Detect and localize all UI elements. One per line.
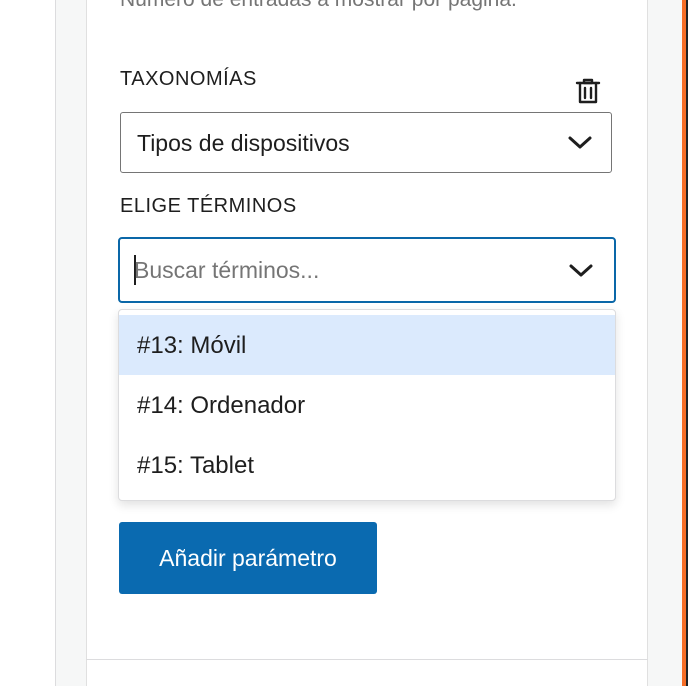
terms-dropdown-list: #13: Móvil #14: Ordenador #15: Tablet: [118, 309, 616, 501]
terms-search-input[interactable]: [134, 253, 554, 287]
add-parameter-button[interactable]: Añadir parámetro: [119, 522, 377, 594]
taxonomies-label: TAXONOMÍAS: [120, 68, 257, 90]
outer-left-area: [0, 0, 56, 686]
term-option-label: #15: Tablet: [137, 452, 254, 479]
chevron-down-icon: [568, 136, 592, 149]
term-option-movil[interactable]: #13: Móvil: [119, 315, 615, 375]
taxonomy-select[interactable]: Tipos de dispositivos: [120, 112, 612, 173]
choose-terms-label: ELIGE TÉRMINOS: [120, 195, 297, 217]
per-page-help-text: Número de entradas a mostrar por página.: [120, 0, 517, 12]
term-option-ordenador[interactable]: #14: Ordenador: [119, 375, 615, 435]
term-option-label: #13: Móvil: [137, 332, 247, 359]
terms-search-field[interactable]: [118, 237, 616, 303]
card-divider: [86, 659, 648, 660]
term-option-tablet[interactable]: #15: Tablet: [119, 435, 615, 495]
term-option-label: #14: Ordenador: [137, 392, 306, 419]
chevron-down-icon[interactable]: [568, 263, 594, 279]
taxonomy-select-value: Tipos de dispositivos: [137, 130, 350, 156]
trash-icon[interactable]: [574, 76, 602, 106]
